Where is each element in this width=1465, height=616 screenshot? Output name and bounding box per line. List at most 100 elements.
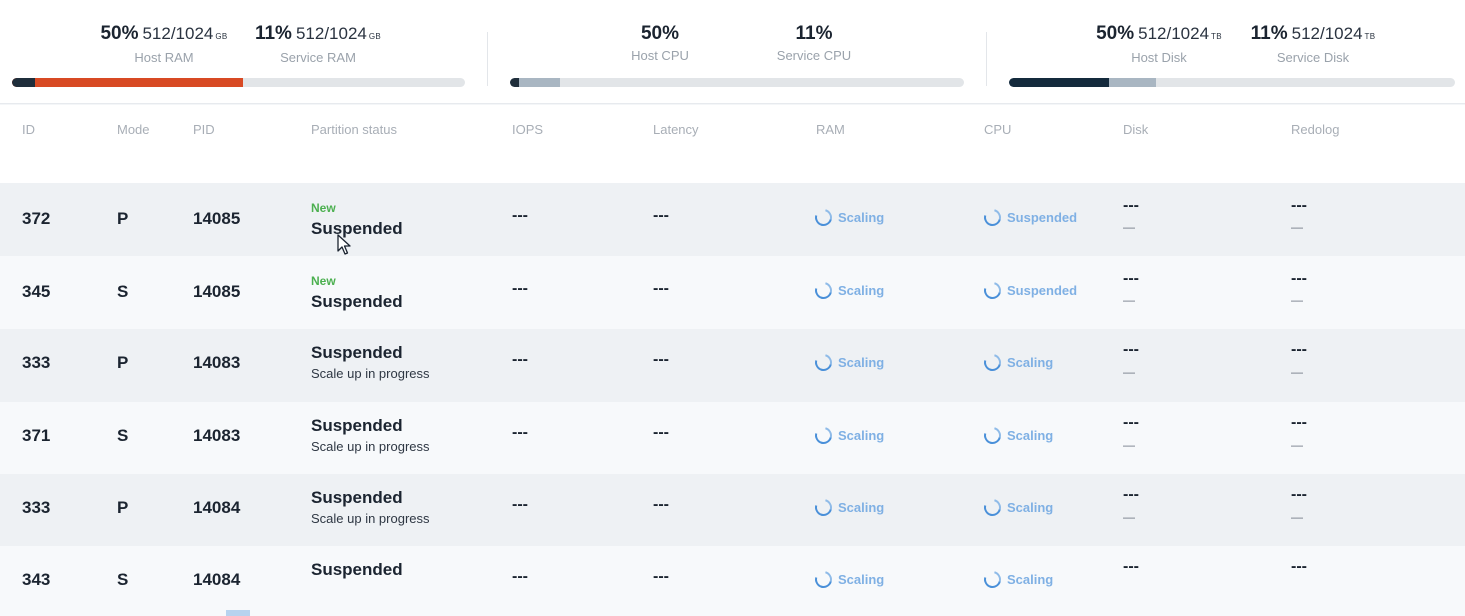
spinner-icon [980,278,1005,303]
cpu-service-usage-fill [510,78,519,87]
header-divider [487,32,488,86]
redolog-subvalue: — [1291,293,1303,307]
ram-status: Scaling [811,278,885,303]
partition-status: Suspended [311,560,403,579]
ram-usage-bar [12,78,465,87]
disk-usage-bar [1009,78,1455,87]
disk-subvalue: — [1123,438,1135,452]
iops-value: --- [512,207,528,224]
row-id: 372 [22,209,51,228]
host-cpu-metric: 50% Host CPU [580,22,740,65]
resource-summary-header: 50% 512/1024 GB Host RAM 11% 512/1024 GB Ser… [0,0,1465,104]
table-row[interactable]: 345 S 14085 New Suspended --- --- Scalin… [0,256,1465,329]
row-pid: 14085 [193,209,241,228]
column-header-latency[interactable]: Latency [653,122,699,137]
cpu-status-label: Scaling [1007,572,1054,587]
redolog-value: --- [1291,197,1307,214]
ram-status-label: Scaling [838,500,885,515]
host-disk-unit: TB [1211,32,1222,41]
service-ram-metric: 11% 512/1024 GB Service RAM [238,22,398,67]
host-ram-label: Host RAM [134,50,194,65]
latency-value: --- [653,496,669,513]
disk-value: --- [1123,270,1139,287]
row-mode: P [117,353,129,372]
redolog-value: --- [1291,414,1307,431]
row-pid: 14085 [193,282,241,301]
partition-status: Suspended [311,219,403,238]
ram-status-label: Scaling [838,428,885,443]
iops-value: --- [512,351,528,368]
row-mode: P [117,209,129,228]
column-header-cpu[interactable]: CPU [984,122,1011,137]
redolog-value: --- [1291,486,1307,503]
latency-value: --- [653,351,669,368]
redolog-subvalue: — [1291,438,1303,452]
row-mode: S [117,570,129,589]
redolog-value: --- [1291,558,1307,575]
partitions-table-header: ID Mode PID Partition status IOPS Latenc… [0,105,1465,183]
column-header-disk[interactable]: Disk [1123,122,1148,137]
cpu-status-label: Suspended [1007,210,1078,225]
spinner-icon [811,423,836,448]
partition-status: Suspended [311,292,403,311]
host-disk-metric: 50% 512/1024 TB Host Disk [1079,22,1239,67]
spinner-icon [980,205,1005,230]
ram-service-usage-fill [12,78,35,87]
partition-status: Suspended [311,416,403,435]
partition-status-detail: Scale up in progress [311,511,430,526]
cpu-status: Suspended [980,205,1078,230]
row-pid: 14084 [193,498,241,517]
cpu-status: Scaling [980,423,1054,448]
table-row[interactable]: 371 S 14083 Suspended Scale up in progre… [0,402,1465,475]
service-ram-label: Service RAM [280,50,356,65]
table-row[interactable]: 333 P 14084 Suspended Scale up in progre… [0,474,1465,547]
header-divider [986,32,987,86]
disk-value: --- [1123,414,1139,431]
cpu-status-label: Scaling [1007,428,1054,443]
column-header-pid[interactable]: PID [193,122,215,137]
column-header-ram[interactable]: RAM [816,122,845,137]
redolog-value: --- [1291,341,1307,358]
partition-status-detail: Scale up in progress [311,439,430,454]
disk-subvalue: — [1123,220,1135,234]
spinner-icon [980,567,1005,592]
host-ram-amount: 512/1024 [142,24,214,43]
iops-value: --- [512,424,528,441]
service-disk-metric: 11% 512/1024 TB Service Disk [1233,22,1393,67]
cpu-usage-group: 50% Host CPU 11% Service CPU [510,0,964,104]
ram-status: Scaling [811,205,884,230]
column-header-redolog[interactable]: Redolog [1291,122,1339,137]
host-disk-percent: 50% [1096,23,1135,44]
column-header-iops[interactable]: IOPS [512,122,543,137]
disk-subvalue: — [1123,510,1135,524]
disk-service-usage-fill [1009,78,1109,87]
iops-value: --- [512,496,528,513]
table-row[interactable]: 333 P 14083 Suspended Scale up in progre… [0,329,1465,402]
disk-value: --- [1123,558,1139,575]
spinner-icon [980,495,1005,520]
column-header-mode[interactable]: Mode [117,122,150,137]
row-id: 345 [22,282,51,301]
scroll-indicator [226,610,250,616]
row-id: 333 [22,353,51,372]
cpu-status: Scaling [980,567,1054,592]
new-badge: New [311,274,336,288]
partition-status: Suspended [311,343,403,362]
table-row[interactable]: 372 P 14085 New Suspended --- --- Scalin… [0,183,1465,256]
service-ram-percent: 11% [254,23,292,44]
host-ram-percent: 50% [100,23,139,44]
cpu-status: Scaling [980,495,1053,520]
redolog-value: --- [1291,270,1307,287]
redolog-subvalue: — [1291,365,1303,379]
service-ram-unit: GB [368,32,382,41]
disk-subvalue: — [1123,365,1135,379]
column-header-id[interactable]: ID [22,122,35,137]
service-cpu-metric: 11% Service CPU [734,22,894,65]
ram-status-label: Scaling [838,283,885,298]
host-disk-amount: 512/1024 [1138,24,1210,43]
ram-usage-group: 50% 512/1024 GB Host RAM 11% 512/1024 GB Ser… [12,0,465,104]
cpu-status: Scaling [980,350,1053,375]
column-header-partition-status[interactable]: Partition status [311,122,397,137]
table-row[interactable]: 343 S 14084 Suspended --- --- Scaling Sc… [0,546,1465,616]
service-disk-label: Service Disk [1276,50,1350,65]
